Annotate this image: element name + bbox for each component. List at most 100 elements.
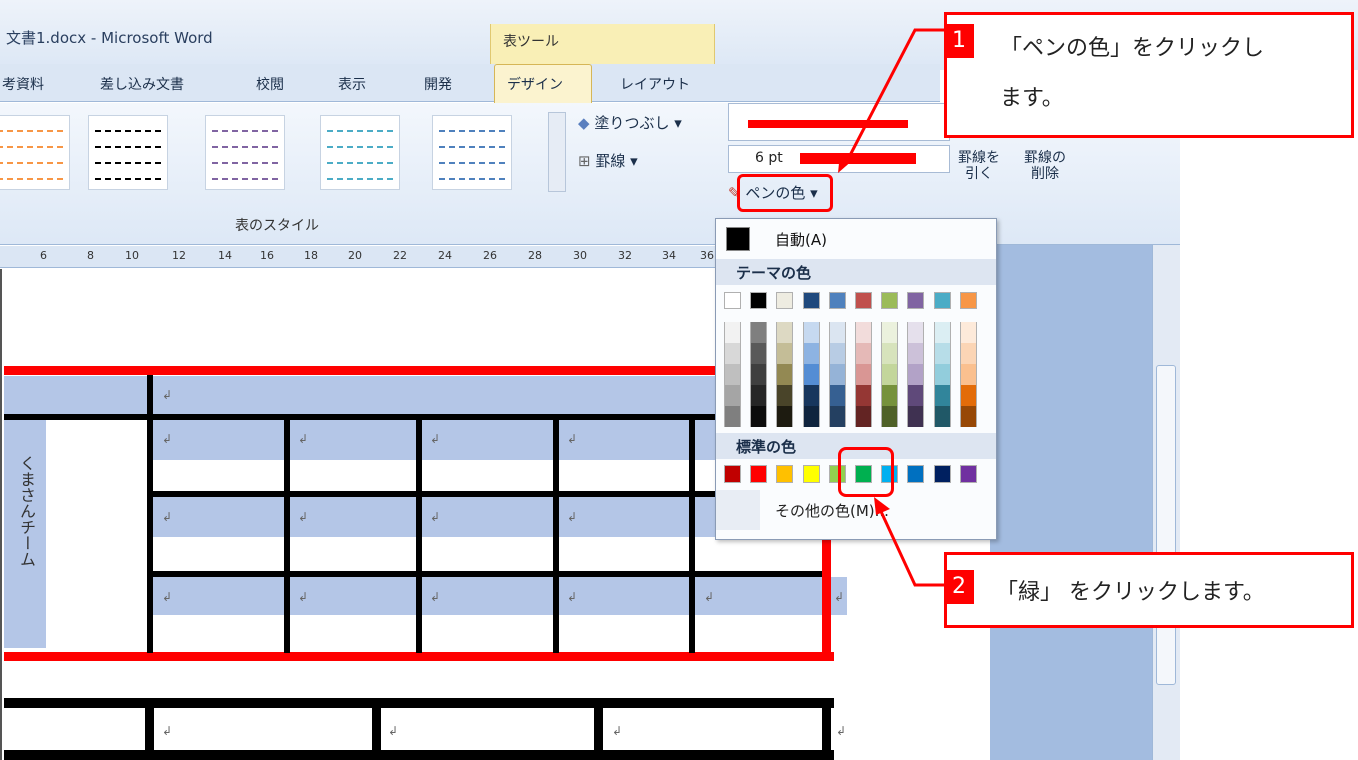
theme-shade-swatch[interactable] <box>776 385 794 406</box>
standard-color-swatch[interactable] <box>802 465 820 483</box>
theme-color-swatch[interactable] <box>750 292 768 309</box>
table-style-teal[interactable] <box>320 115 400 190</box>
theme-shade-swatch[interactable] <box>828 406 846 427</box>
theme-color-swatch[interactable] <box>724 292 741 309</box>
theme-shade-swatch[interactable] <box>933 322 951 343</box>
table-style-black[interactable] <box>88 115 168 190</box>
theme-shade-swatch[interactable] <box>750 343 768 364</box>
theme-shade-swatch[interactable] <box>855 343 872 364</box>
tab-mailings[interactable]: 差し込み文書 <box>100 74 184 94</box>
theme-color-swatch[interactable] <box>933 292 951 309</box>
borders-button[interactable]: ⊞ 罫線 ▾ <box>578 150 638 171</box>
theme-shade-swatch[interactable] <box>881 322 899 343</box>
cell-mark: ↲ <box>567 432 578 446</box>
theme-shade-swatch[interactable] <box>959 385 977 406</box>
theme-shade-swatch[interactable] <box>724 343 741 364</box>
theme-shade-swatch[interactable] <box>855 322 872 343</box>
scroll-thumb[interactable] <box>1156 365 1176 685</box>
theme-shade-swatch[interactable] <box>750 364 768 385</box>
table-vline <box>553 416 559 653</box>
theme-color-swatch[interactable] <box>802 292 820 309</box>
theme-shade-swatch[interactable] <box>933 406 951 427</box>
tab-developer[interactable]: 開発 <box>424 74 452 94</box>
theme-color-swatch[interactable] <box>776 292 794 309</box>
theme-shade-swatch[interactable] <box>750 385 768 406</box>
tab-references[interactable]: 考資料 <box>2 74 44 94</box>
tab-layout[interactable]: レイアウト <box>620 74 690 94</box>
theme-shade-swatch[interactable] <box>907 385 925 406</box>
theme-shade-swatch[interactable] <box>881 406 899 427</box>
theme-shade-swatch[interactable] <box>724 406 741 427</box>
theme-color-swatch[interactable] <box>881 292 899 309</box>
theme-shade-swatch[interactable] <box>776 364 794 385</box>
ruler-tick: 10 <box>125 249 139 262</box>
table-style-purple[interactable] <box>205 115 285 190</box>
theme-shade-swatch[interactable] <box>933 385 951 406</box>
theme-shade-swatch[interactable] <box>802 343 820 364</box>
eraser-button[interactable]: 罫線の 削除 <box>1024 150 1066 182</box>
theme-shade-swatch[interactable] <box>907 364 925 385</box>
theme-shade-swatch[interactable] <box>802 385 820 406</box>
theme-shade-swatch[interactable] <box>933 364 951 385</box>
cell-mark: ↲ <box>430 590 441 604</box>
theme-shade-swatch[interactable] <box>959 343 977 364</box>
tab-design[interactable]: デザイン <box>507 74 563 94</box>
theme-shade-swatch[interactable] <box>855 364 872 385</box>
theme-shade-swatch[interactable] <box>724 364 741 385</box>
auto-color-swatch[interactable] <box>726 227 750 251</box>
theme-shade-swatch[interactable] <box>776 343 794 364</box>
more-colors-gutter <box>716 490 760 530</box>
theme-shade-swatch[interactable] <box>855 385 872 406</box>
theme-shade-swatch[interactable] <box>907 322 925 343</box>
theme-shade-swatch[interactable] <box>907 406 925 427</box>
theme-shade-swatch[interactable] <box>802 406 820 427</box>
theme-shade-swatch[interactable] <box>881 385 899 406</box>
table-style-blue[interactable] <box>432 115 512 190</box>
cell-mark: ↲ <box>162 432 173 446</box>
standard-color-swatch[interactable] <box>959 465 977 483</box>
theme-shade-swatch[interactable] <box>802 364 820 385</box>
standard-color-swatch[interactable] <box>724 465 741 483</box>
theme-shade-swatch[interactable] <box>776 322 794 343</box>
theme-shade-swatch[interactable] <box>959 322 977 343</box>
theme-color-swatch[interactable] <box>907 292 925 309</box>
theme-shade-swatch[interactable] <box>724 385 741 406</box>
cell-mark: ↲ <box>162 510 173 524</box>
style-gallery-scroll[interactable] <box>548 112 566 192</box>
tab-review[interactable]: 校閲 <box>256 74 284 94</box>
theme-shade-swatch[interactable] <box>802 322 820 343</box>
theme-color-swatch[interactable] <box>828 292 846 309</box>
cell-mark: ↲ <box>298 432 309 446</box>
standard-color-swatch[interactable] <box>776 465 794 483</box>
theme-shade-swatch[interactable] <box>881 343 899 364</box>
standard-color-swatch[interactable] <box>907 465 925 483</box>
theme-shade-swatch[interactable] <box>881 364 899 385</box>
theme-shade-swatch[interactable] <box>959 406 977 427</box>
theme-shade-swatch[interactable] <box>828 385 846 406</box>
tab-view[interactable]: 表示 <box>338 74 366 94</box>
theme-color-swatch[interactable] <box>959 292 977 309</box>
theme-shade-swatch[interactable] <box>724 322 741 343</box>
standard-color-swatch[interactable] <box>933 465 951 483</box>
theme-shade-swatch[interactable] <box>933 343 951 364</box>
theme-shade-swatch[interactable] <box>828 343 846 364</box>
theme-shade-swatch[interactable] <box>828 364 846 385</box>
theme-color-swatch[interactable] <box>855 292 872 309</box>
ruler-tick: 26 <box>483 249 497 262</box>
ruler-tick: 8 <box>87 249 94 262</box>
theme-shade-swatch[interactable] <box>855 406 872 427</box>
theme-shade-swatch[interactable] <box>750 406 768 427</box>
theme-shade-swatch[interactable] <box>776 406 794 427</box>
standard-color-swatch[interactable] <box>750 465 768 483</box>
table-style-orange[interactable] <box>0 115 70 190</box>
theme-shade-swatch[interactable] <box>828 322 846 343</box>
ruler-tick: 32 <box>618 249 632 262</box>
draw-table-button[interactable]: 罫線を 引く <box>958 150 1000 182</box>
cell-mark: ↲ <box>612 724 623 738</box>
theme-shade-swatch[interactable] <box>959 364 977 385</box>
shading-button[interactable]: ◆ 塗りつぶし ▾ <box>578 112 682 133</box>
auto-color-label[interactable]: 自動(A) <box>775 229 827 250</box>
theme-shade-swatch[interactable] <box>907 343 925 364</box>
theme-shade-swatch[interactable] <box>750 322 768 343</box>
ruler-tick: 34 <box>662 249 676 262</box>
